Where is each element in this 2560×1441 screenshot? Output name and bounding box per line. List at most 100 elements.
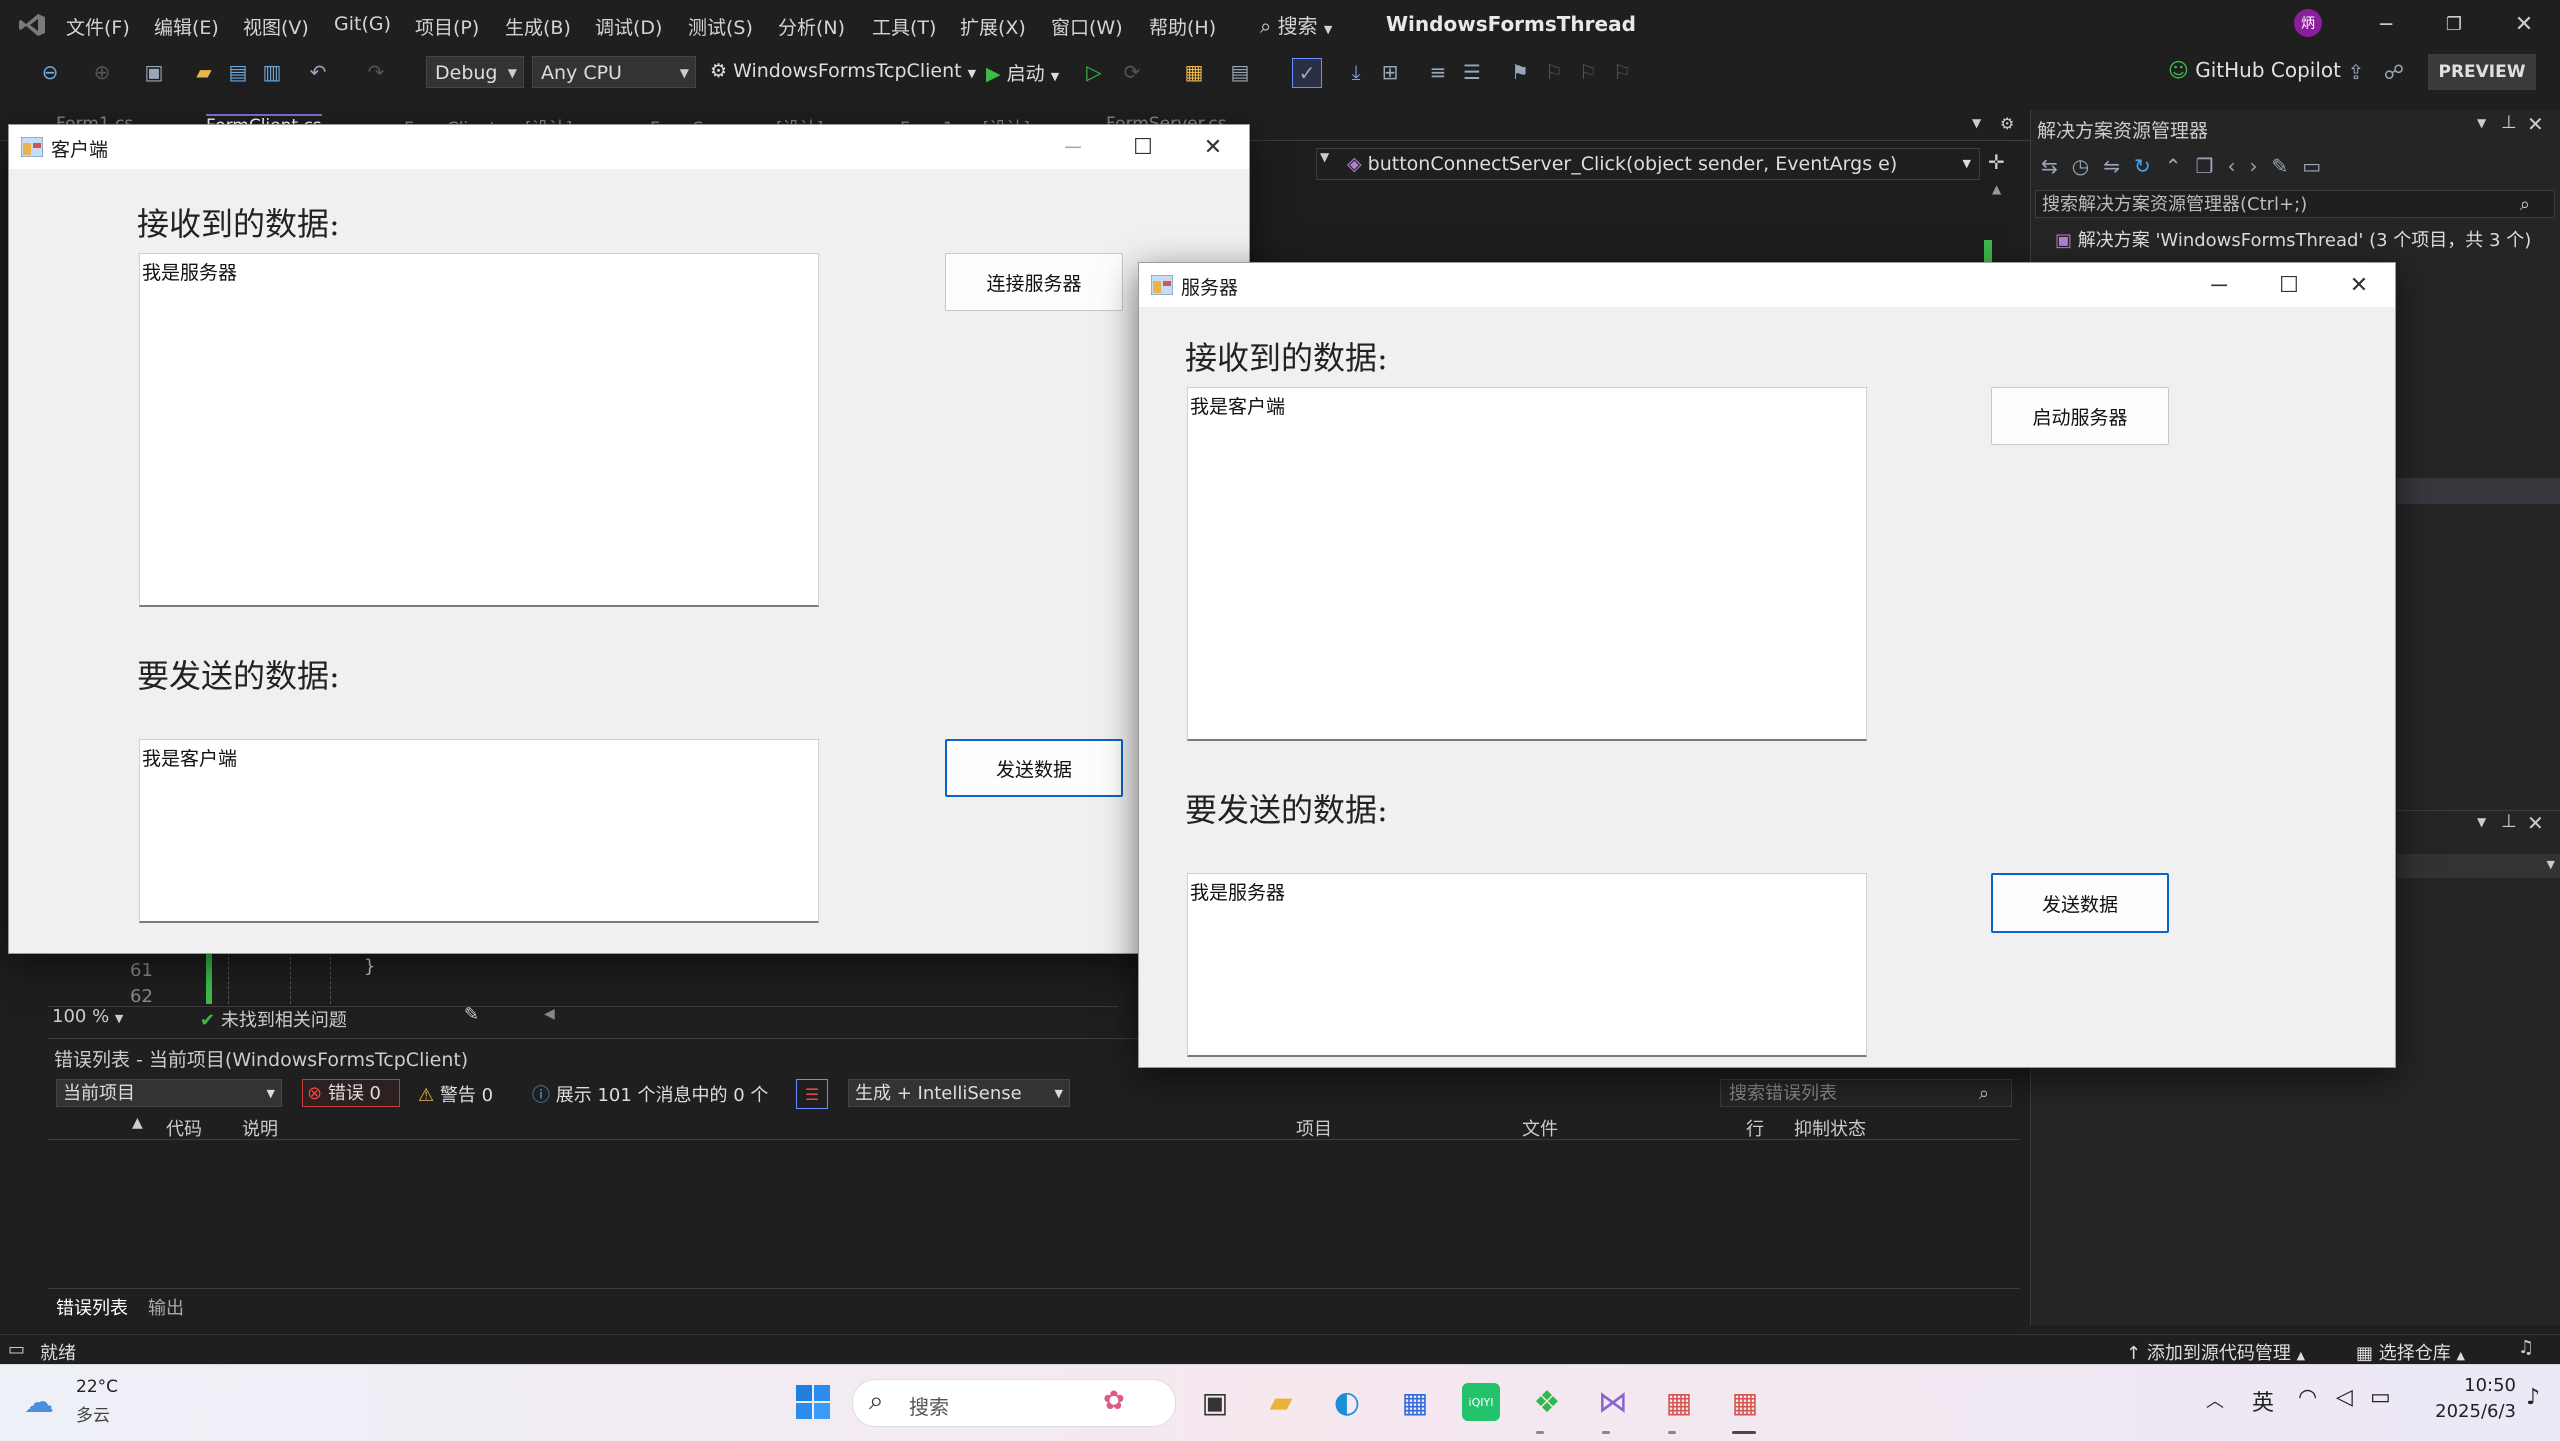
menu-window[interactable]: 窗口(W): [1051, 13, 1123, 40]
menu-build[interactable]: 生成(B): [505, 13, 571, 40]
battery-icon[interactable]: ▭: [2370, 1385, 2391, 1410]
menu-analyze[interactable]: 分析(N): [778, 13, 845, 40]
edge-icon[interactable]: ◐: [1328, 1383, 1366, 1421]
zoom-select[interactable]: 100 % ▼: [52, 1006, 123, 1027]
messages-filter-button[interactable]: ⓘ 展示 101 个消息中的 0 个: [532, 1081, 768, 1107]
column-file[interactable]: 文件: [1522, 1115, 1558, 1141]
start-without-debug-icon[interactable]: ▷: [1080, 58, 1108, 86]
menu-project[interactable]: 项目(P): [415, 13, 479, 40]
scroll-up-icon[interactable]: ▲: [1992, 182, 2001, 196]
notification-bell-icon[interactable]: ♫: [2518, 1337, 2534, 1358]
error-search-input[interactable]: 搜索错误列表 ⌕: [1720, 1079, 2012, 1107]
maximize-icon[interactable]: ☐: [1109, 125, 1177, 169]
share-icon[interactable]: ⇪: [2342, 58, 2370, 86]
code-icon[interactable]: ‹›: [2227, 154, 2271, 178]
avatar[interactable]: 炳: [2294, 9, 2322, 37]
preview-icon[interactable]: ▭: [2302, 154, 2335, 178]
sort-icon[interactable]: ▲: [132, 1115, 143, 1131]
menu-tools[interactable]: 工具(T): [872, 13, 936, 40]
close-icon[interactable]: ✕: [2527, 811, 2544, 835]
close-icon[interactable]: ✕: [1179, 125, 1247, 169]
winforms-app-icon[interactable]: ▦: [1660, 1383, 1698, 1421]
start-server-button[interactable]: 启动服务器: [1991, 387, 2169, 445]
forward-icon[interactable]: ⊕: [88, 58, 116, 86]
volume-muted-icon[interactable]: ◁: [2336, 1385, 2353, 1410]
feedback-icon[interactable]: ☍: [2380, 58, 2408, 86]
solution-search-input[interactable]: 搜索解决方案资源管理器(Ctrl+;) ⌕: [2035, 190, 2555, 218]
outdent-icon[interactable]: ☰: [1458, 58, 1486, 86]
solution-folder-icon[interactable]: ▦: [1180, 58, 1208, 86]
pending-icon[interactable]: ⇋: [2103, 154, 2134, 178]
restore-icon[interactable]: ❐: [2434, 4, 2474, 44]
solution-root-node[interactable]: ▣ 解决方案 'WindowsFormsThread' (3 个项目，共 3 个…: [2055, 226, 2531, 252]
startup-project-select[interactable]: ⚙ WindowsFormsTcpClient ▼: [710, 60, 976, 82]
menu-debug[interactable]: 调试(D): [595, 13, 662, 40]
add-to-source-control-button[interactable]: ↑ 添加到源代码管理 ▲: [2126, 1339, 2305, 1365]
menu-test[interactable]: 测试(S): [688, 13, 753, 40]
layout-icon[interactable]: ▤: [1226, 58, 1254, 86]
hot-reload-icon[interactable]: ⟳: [1118, 58, 1146, 86]
winforms-app-icon[interactable]: ▦: [1726, 1383, 1764, 1421]
minimize-icon[interactable]: ─: [2185, 263, 2253, 307]
warnings-filter-button[interactable]: ⚠ 警告 0: [418, 1081, 493, 1107]
refresh-icon[interactable]: ↻: [2134, 154, 2165, 178]
clock-time[interactable]: 10:50: [2452, 1375, 2516, 1396]
column-suppression[interactable]: 抑制状态: [1794, 1115, 1866, 1141]
copilot-button[interactable]: ☺ GitHub Copilot: [2168, 58, 2341, 82]
prev-bookmark-icon[interactable]: ⚐: [1540, 58, 1568, 86]
indent-icon[interactable]: ≡: [1424, 58, 1452, 86]
column-code[interactable]: 代码: [166, 1115, 202, 1141]
close-icon[interactable]: ✕: [2504, 4, 2544, 44]
menu-file[interactable]: 文件(F): [66, 13, 130, 40]
minimize-icon[interactable]: ─: [2366, 4, 2406, 44]
new-project-icon[interactable]: ▣: [140, 58, 168, 86]
preview-badge[interactable]: PREVIEW: [2428, 54, 2536, 90]
code-cleanup-icon[interactable]: ✎: [464, 1004, 479, 1025]
select-repo-button[interactable]: ▦ 选择仓库 ▲: [2356, 1339, 2465, 1365]
history-icon[interactable]: ◷: [2072, 154, 2103, 178]
step-icon[interactable]: ⤓: [1342, 58, 1370, 86]
windows-start-icon[interactable]: [796, 1385, 830, 1419]
chevron-down-icon[interactable]: ▼: [2477, 815, 2486, 829]
taskbar-search-box[interactable]: ⌕ 搜索 ✿: [852, 1379, 1176, 1427]
client-recv-textbox[interactable]: 我是服务器: [139, 253, 819, 607]
minimize-icon[interactable]: ─: [1039, 125, 1107, 169]
client-send-button[interactable]: 发送数据: [945, 739, 1123, 797]
menu-view[interactable]: 视图(V): [243, 13, 309, 40]
save-all-icon[interactable]: ▥: [258, 58, 286, 86]
pin-icon[interactable]: ⊥: [2501, 112, 2517, 133]
build-filter-select[interactable]: 生成 + IntelliSense ▼: [848, 1079, 1070, 1107]
file-explorer-icon[interactable]: ▰: [1262, 1383, 1300, 1421]
start-debug-button[interactable]: ▶ 启动 ▼: [986, 59, 1059, 86]
visual-studio-icon[interactable]: ⋈: [1594, 1383, 1632, 1421]
menu-help[interactable]: 帮助(H): [1149, 13, 1216, 40]
chevron-down-icon[interactable]: ▼: [2477, 116, 2486, 130]
iqiyi-icon[interactable]: iQIYI: [1462, 1383, 1500, 1421]
close-icon[interactable]: ✕: [2325, 263, 2393, 307]
ime-indicator[interactable]: 英: [2252, 1385, 2274, 1417]
client-send-textbox[interactable]: 我是客户端: [139, 739, 819, 923]
column-line[interactable]: 行: [1746, 1115, 1764, 1141]
tab-list-dropdown-icon[interactable]: ▼: [1972, 116, 1981, 130]
back-icon[interactable]: ⊖: [36, 58, 64, 86]
wifi-icon[interactable]: ◠: [2298, 1385, 2317, 1410]
issues-indicator[interactable]: ✔ 未找到相关问题: [200, 1006, 347, 1032]
server-recv-textbox[interactable]: 我是客户端: [1187, 387, 1867, 741]
menu-git[interactable]: Git(G): [334, 13, 391, 35]
member-dropdown[interactable]: ◈ buttonConnectServer_Click(object sende…: [1316, 148, 1980, 180]
vs-search-button[interactable]: ⌕ 搜索 ▼: [1260, 10, 1332, 39]
menu-extensions[interactable]: 扩展(X): [960, 13, 1026, 40]
server-send-button[interactable]: 发送数据: [1991, 873, 2169, 933]
spellcheck-icon[interactable]: ✓: [1292, 58, 1322, 88]
wechat-icon[interactable]: ❖: [1528, 1383, 1566, 1421]
bookmark-icon[interactable]: ⚑: [1506, 58, 1534, 86]
tab-error-list[interactable]: 错误列表: [56, 1294, 128, 1320]
wrench-icon[interactable]: ✎: [2271, 154, 2302, 178]
clock-date[interactable]: 2025/6/3: [2416, 1401, 2516, 1422]
column-project[interactable]: 项目: [1296, 1115, 1332, 1141]
close-icon[interactable]: ✕: [2527, 112, 2544, 136]
scroll-left-icon[interactable]: ◀: [544, 1006, 555, 1022]
notification-icon[interactable]: ♪: [2526, 1385, 2540, 1410]
tab-output[interactable]: 输出: [148, 1294, 184, 1320]
platform-select[interactable]: Any CPU ▼: [532, 56, 696, 88]
